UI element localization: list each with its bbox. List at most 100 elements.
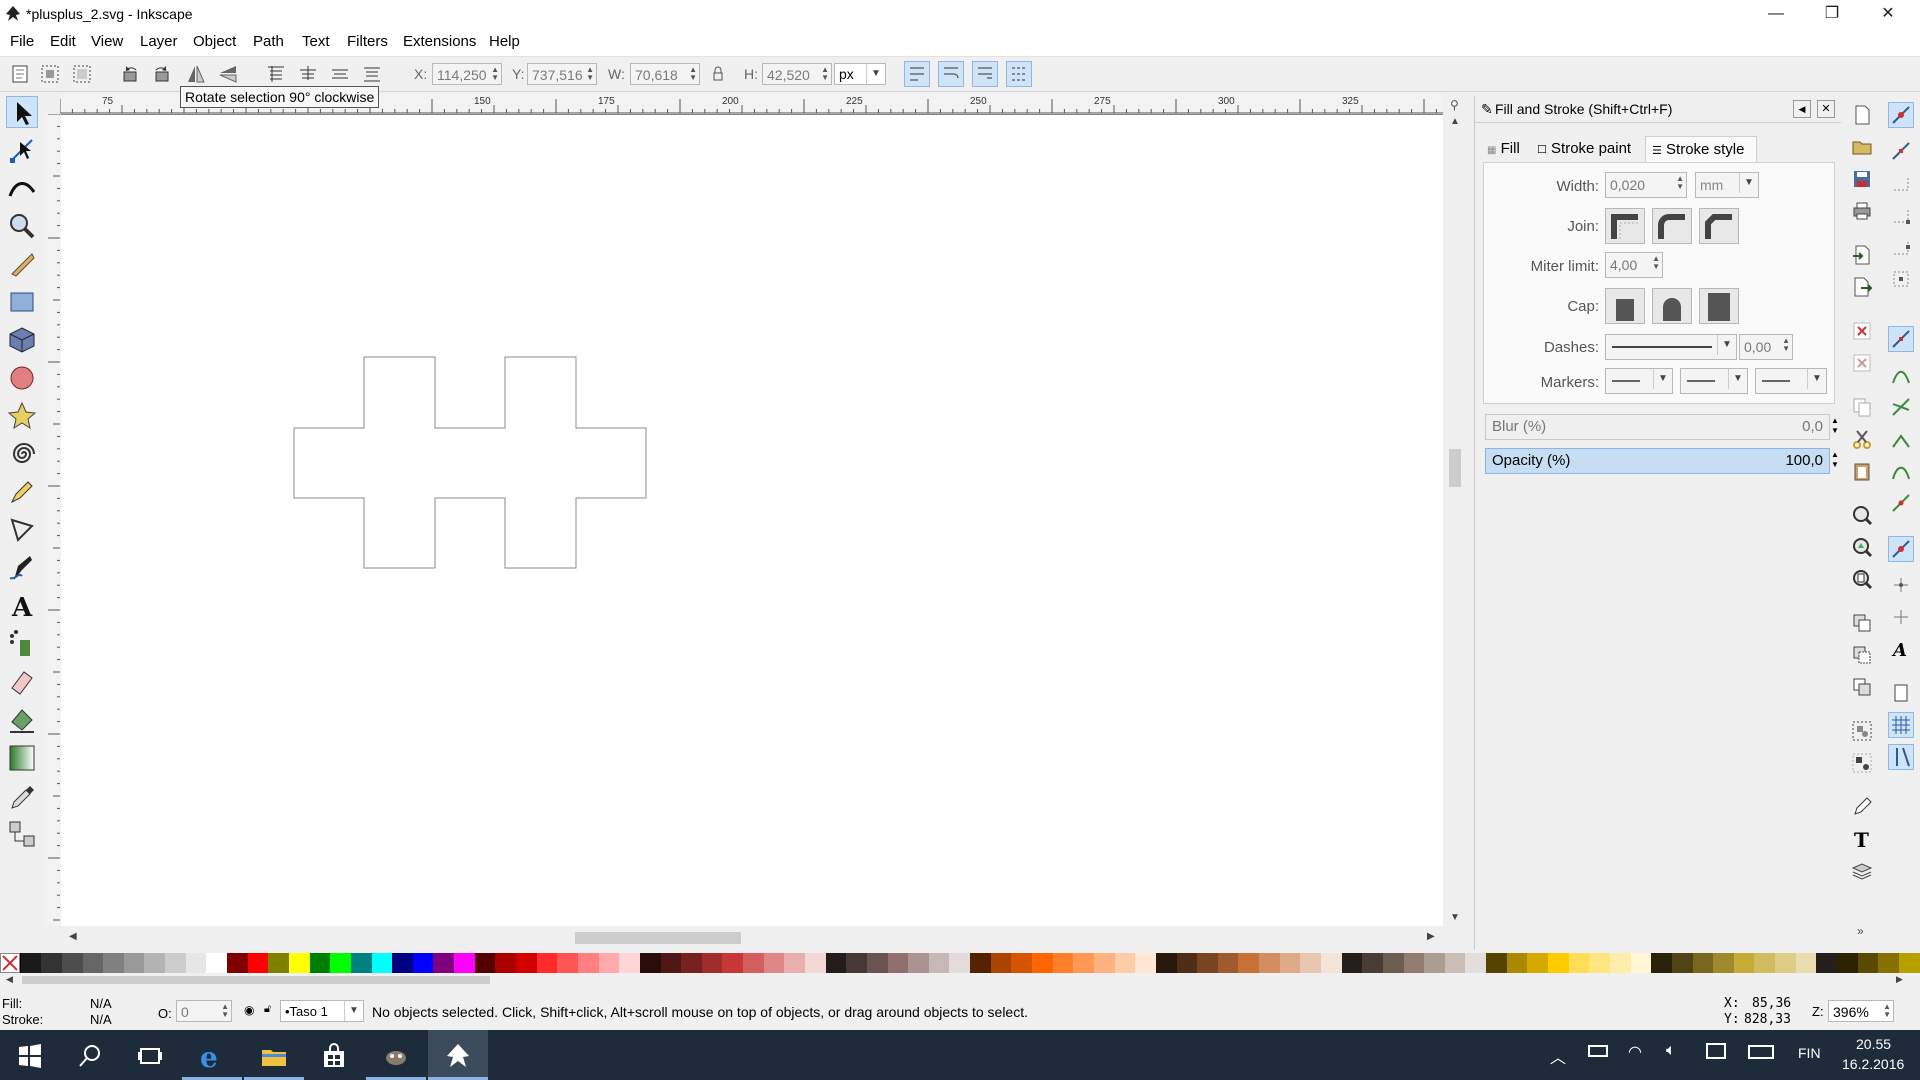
menu-view[interactable]: View (91, 33, 123, 50)
color-swatch[interactable] (681, 953, 702, 973)
snap-rotation-center-icon[interactable] (1890, 606, 1912, 628)
wifi-icon[interactable]: ◠ (1628, 1042, 1642, 1062)
miter-join-button[interactable] (1605, 208, 1645, 244)
color-swatch[interactable] (1032, 953, 1053, 973)
x-input[interactable]: 114,250 ▲ ▼ (432, 63, 502, 85)
color-swatch[interactable] (123, 953, 145, 973)
zoom-drawing-icon[interactable] (1851, 536, 1873, 558)
snap-nodes-icon[interactable] (1888, 326, 1914, 352)
scroll-left-icon[interactable]: ◀ (6, 974, 13, 985)
search-icon[interactable] (60, 1030, 120, 1080)
snap-intersections-icon[interactable] (1890, 396, 1912, 418)
width-unit-select[interactable]: mm ▼ (1695, 172, 1759, 198)
print-icon[interactable] (1851, 200, 1873, 222)
clock-time[interactable]: 20.55 (1856, 1036, 1891, 1052)
color-swatch[interactable] (1795, 953, 1817, 973)
group-icon[interactable] (1851, 720, 1873, 742)
color-swatch[interactable] (1093, 953, 1115, 973)
color-swatch[interactable] (1197, 953, 1218, 973)
dash-offset-input[interactable]: 0,00 ▲ ▼ (1739, 334, 1793, 360)
end-marker-select[interactable]: ▼ (1755, 368, 1827, 394)
color-swatch[interactable] (61, 953, 83, 973)
color-swatch[interactable] (392, 953, 413, 973)
width-input[interactable]: 0,020 ▲ ▼ (1605, 172, 1687, 198)
volume-icon[interactable]: 🔈︎ (1666, 1042, 1676, 1060)
select-all-layers-icon[interactable] (38, 62, 62, 86)
color-swatch[interactable] (887, 953, 909, 973)
snap-grid-icon[interactable] (1888, 712, 1914, 738)
inkscape-taskbar-icon[interactable] (428, 1030, 488, 1080)
minimize-button[interactable]: — (1748, 0, 1804, 28)
overflow-chevron-icon[interactable]: » (1857, 924, 1864, 938)
color-palette[interactable] (0, 953, 1920, 973)
color-swatch[interactable] (619, 953, 640, 973)
color-swatch[interactable] (1135, 953, 1156, 973)
raise-to-top-icon[interactable] (264, 62, 288, 86)
color-swatch[interactable] (908, 953, 929, 973)
pen-tool[interactable] (6, 514, 38, 546)
snap-toggle-icon[interactable] (1888, 102, 1914, 128)
color-swatch[interactable] (516, 953, 537, 973)
connector-tool[interactable] (6, 818, 38, 850)
rotate-cw-icon[interactable] (150, 62, 174, 86)
no-paint-swatch-icon[interactable] (0, 953, 20, 973)
cut-icon[interactable] (1851, 428, 1873, 450)
select-all-icon[interactable] (8, 62, 32, 86)
w-input[interactable]: 70,618 ▲ ▼ (630, 63, 700, 85)
battery-icon[interactable] (1588, 1045, 1608, 1057)
color-swatch[interactable] (1527, 953, 1549, 973)
color-swatch[interactable] (660, 953, 682, 973)
raise-icon[interactable] (296, 62, 320, 86)
tab-fill[interactable]: ▦ Fill (1487, 136, 1531, 162)
snap-paths-icon[interactable] (1890, 364, 1912, 386)
color-swatch[interactable] (1775, 953, 1796, 973)
blur-spin-icon[interactable]: ▲ ▼ (1831, 416, 1839, 436)
opacity-input[interactable]: 0 ▲ ▼ (176, 1000, 232, 1022)
task-view-icon[interactable] (120, 1030, 180, 1080)
pencil-tool[interactable] (6, 476, 38, 508)
snap-bbox-icon[interactable] (1890, 140, 1912, 162)
color-swatch[interactable] (268, 953, 289, 973)
menu-help[interactable]: Help (489, 33, 520, 50)
snap-text-baseline-icon[interactable]: A (1890, 638, 1912, 661)
color-swatch[interactable] (1424, 953, 1445, 973)
snap-cusp-icon[interactable] (1890, 428, 1912, 450)
menu-edit[interactable]: Edit (50, 33, 76, 50)
color-swatch[interactable] (1362, 953, 1383, 973)
save-icon[interactable] (1851, 168, 1873, 190)
show-hidden-icons-icon[interactable]: ︿ (1550, 1044, 1566, 1068)
color-swatch[interactable] (20, 953, 42, 973)
color-swatch[interactable] (350, 953, 372, 973)
text-tool[interactable]: A (6, 590, 38, 623)
layer-lock-icon[interactable]: 🔓︎ (264, 1003, 271, 1016)
color-swatch[interactable] (1568, 953, 1590, 973)
color-swatch[interactable] (536, 953, 558, 973)
lower-to-bottom-icon[interactable] (360, 62, 384, 86)
ellipse-tool[interactable] (6, 362, 38, 394)
opacity-slider[interactable]: Opacity (%) 100,0 (1485, 448, 1830, 474)
bevel-join-button[interactable] (1699, 208, 1739, 244)
zoom-tool[interactable] (6, 210, 38, 242)
snap-bbox-center-icon[interactable] (1890, 268, 1912, 290)
color-swatch[interactable] (227, 953, 248, 973)
color-swatch[interactable] (1259, 953, 1280, 973)
start-button[interactable] (0, 1030, 60, 1080)
undo-icon[interactable] (1851, 320, 1873, 342)
dock-collapse-icon[interactable]: ◀ (1793, 100, 1811, 118)
color-swatch[interactable] (1217, 953, 1239, 973)
menu-layer[interactable]: Layer (140, 33, 178, 50)
color-swatch[interactable] (1011, 953, 1033, 973)
color-swatch[interactable] (1444, 953, 1466, 973)
plus-plus-shape[interactable] (293, 356, 647, 569)
color-swatch[interactable] (1630, 953, 1652, 973)
color-swatch[interactable] (1589, 953, 1610, 973)
dialog-close-icon[interactable]: ✕ (1817, 100, 1835, 118)
gradient-tool[interactable] (6, 742, 38, 774)
paint-bucket-tool[interactable] (6, 704, 38, 736)
scroll-thumb[interactable] (575, 932, 741, 944)
color-swatch[interactable] (1486, 953, 1507, 973)
color-swatch[interactable] (1692, 953, 1714, 973)
palette-scrollbar[interactable]: ◀ ▶ (0, 973, 1920, 987)
action-center-icon[interactable] (1706, 1043, 1726, 1059)
color-swatch[interactable] (41, 953, 62, 973)
